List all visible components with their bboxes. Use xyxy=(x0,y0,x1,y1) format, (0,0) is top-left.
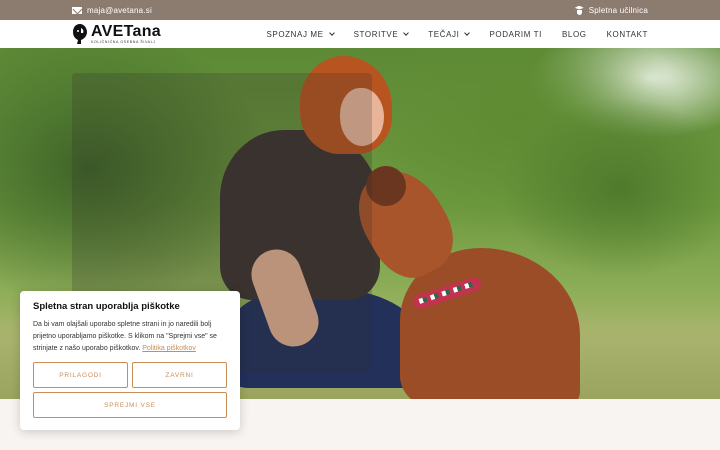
nav-label: KONTAKT xyxy=(606,29,648,39)
chevron-down-icon xyxy=(403,30,410,36)
graduation-cap-icon xyxy=(575,6,584,15)
site-header: AVETana KOLIČNIČNA OSEBNA ŠIVALJ SPOZNAJ… xyxy=(0,20,720,48)
nav-item-tecaji[interactable]: TEČAJI xyxy=(428,29,471,39)
cookie-policy-link[interactable]: Politika piškotkov xyxy=(142,345,196,352)
cookie-button-row: PRILAGODI ZAVRNI xyxy=(33,362,227,388)
top-bar: maja@avetana.si Spletna učilnica xyxy=(0,0,720,20)
nav-label: PODARIM TI xyxy=(489,29,542,39)
chevron-down-icon xyxy=(328,30,335,36)
main-nav: SPOZNAJ ME STORITVE TEČAJI PODARIM TI BL… xyxy=(266,30,648,39)
nav-label: STORITVE xyxy=(353,29,399,39)
page: maja@avetana.si Spletna učilnica AVETana… xyxy=(0,0,720,450)
mail-icon xyxy=(72,6,82,14)
accept-all-button[interactable]: SPREJMI VSE xyxy=(33,392,227,418)
logo-text: AVETana xyxy=(91,22,161,40)
cookie-text: Da bi vam olajšali uporabo spletne stran… xyxy=(33,319,227,355)
nav-label: TEČAJI xyxy=(428,29,460,39)
nav-label: BLOG xyxy=(561,29,587,39)
dog-logo-icon xyxy=(73,24,87,44)
customize-button[interactable]: PRILAGODI xyxy=(33,362,128,388)
chevron-down-icon xyxy=(464,30,471,36)
nav-item-kontakt[interactable]: KONTAKT xyxy=(607,30,648,39)
nav-item-blog[interactable]: BLOG xyxy=(562,30,587,39)
logo[interactable]: AVETana KOLIČNIČNA OSEBNA ŠIVALJ xyxy=(72,23,161,45)
nav-item-spoznaj-me[interactable]: SPOZNAJ ME xyxy=(266,29,335,39)
online-classroom-label: Spletna učilnica xyxy=(588,5,648,15)
logo-subtitle: KOLIČNIČNA OSEBNA ŠIVALJ xyxy=(91,39,156,44)
email-text: maja@avetana.si xyxy=(87,5,152,15)
nav-item-storitve[interactable]: STORITVE xyxy=(353,29,410,39)
reject-button[interactable]: ZAVRNI xyxy=(132,362,227,388)
email-link[interactable]: maja@avetana.si xyxy=(72,6,152,15)
nav-item-podarim-ti[interactable]: PODARIM TI xyxy=(489,30,542,39)
nav-label: SPOZNAJ ME xyxy=(266,29,324,39)
cookie-title: Spletna stran uporablja piškotke xyxy=(33,301,180,312)
online-classroom-link[interactable]: Spletna učilnica xyxy=(575,6,648,15)
dog-muzzle xyxy=(366,166,406,206)
cookie-banner: Spletna stran uporablja piškotke Da bi v… xyxy=(20,291,240,430)
